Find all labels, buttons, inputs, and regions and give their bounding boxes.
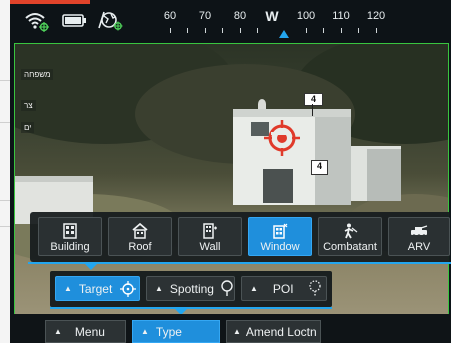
caret-up-icon: ▲ xyxy=(54,327,62,336)
building-icon xyxy=(39,222,101,240)
target-reticle-icon[interactable] xyxy=(264,120,300,156)
compass-label: 60 xyxy=(163,10,177,22)
heading-indicator-icon xyxy=(279,30,289,38)
wifi-gps-icon xyxy=(22,8,52,32)
caret-up-icon: ▲ xyxy=(233,327,241,336)
category-panel: Building Roof Wall Window Combatant ARV xyxy=(30,212,450,262)
combatant-icon xyxy=(319,222,381,240)
sidebar-label[interactable]: צר xyxy=(21,100,36,111)
type-target-button[interactable]: ▲ Target xyxy=(55,276,140,301)
type-button[interactable]: ▲ Type xyxy=(132,320,220,343)
marker-tag[interactable]: 4 xyxy=(311,160,328,175)
category-building-button[interactable]: Building xyxy=(38,217,102,256)
network-globe-icon xyxy=(96,8,126,32)
type-spotting-button[interactable]: ▲ Spotting xyxy=(146,276,235,301)
compass-heading-label: W xyxy=(265,8,279,24)
arv-icon xyxy=(389,222,449,240)
compass-label: 100 xyxy=(296,10,316,22)
window-icon xyxy=(249,222,311,240)
caret-up-icon: ▲ xyxy=(250,284,258,293)
caret-up-icon: ▲ xyxy=(155,284,163,293)
status-bar: 60 70 80 W 100 110 120 xyxy=(10,0,451,42)
battery-icon xyxy=(60,8,90,32)
compass-heading-strip: 60 70 80 W 100 110 120 xyxy=(160,6,390,38)
category-label: Wall xyxy=(199,241,221,253)
category-label: Roof xyxy=(128,241,152,253)
category-label: Window xyxy=(260,241,300,253)
sidebar-label[interactable]: ים xyxy=(21,122,35,133)
category-roof-button[interactable]: Roof xyxy=(108,217,172,256)
type-panel: ▲ Target ▲ Spotting ▲ POI xyxy=(50,271,332,307)
caret-up-icon: ▲ xyxy=(141,327,149,336)
menu-button[interactable]: ▲ Menu xyxy=(45,320,126,343)
type-label: Target xyxy=(78,281,113,296)
poi-icon xyxy=(308,280,321,296)
type-label: POI xyxy=(272,281,294,296)
compass-label: 70 xyxy=(198,10,212,22)
category-label: Combatant xyxy=(323,241,377,253)
spotting-pin-icon xyxy=(221,280,233,296)
category-combatant-button[interactable]: Combatant xyxy=(318,217,382,256)
sidebar-label[interactable]: משפחה xyxy=(21,69,54,80)
caret-up-icon: ▲ xyxy=(64,284,72,293)
category-wall-button[interactable]: Wall xyxy=(178,217,242,256)
wall-icon xyxy=(179,222,241,240)
category-label: Building xyxy=(50,241,90,253)
marker-tag[interactable]: 4 xyxy=(304,93,323,106)
amend-location-label: Amend Loctn xyxy=(245,324,317,339)
category-arv-button[interactable]: ARV xyxy=(388,217,450,256)
bottom-bar: ▲ Menu ▲ Type ▲ Amend Loctn xyxy=(10,314,451,343)
crosshair-icon xyxy=(120,280,137,297)
type-button-label: Type xyxy=(155,324,182,339)
menu-label: Menu xyxy=(74,324,105,339)
compass-label: 120 xyxy=(366,10,386,22)
app-window: 60 70 80 W 100 110 120 משפחה צר ים 4 4 B… xyxy=(10,0,451,343)
compass-label: 80 xyxy=(233,10,247,22)
amend-location-button[interactable]: ▲ Amend Loctn xyxy=(226,320,321,343)
category-window-button[interactable]: Window xyxy=(248,217,312,256)
roof-icon xyxy=(109,222,171,240)
type-label: Spotting xyxy=(169,281,214,296)
category-pointer-icon xyxy=(85,264,97,270)
type-underline xyxy=(50,307,332,309)
type-poi-button[interactable]: ▲ POI xyxy=(241,276,327,301)
category-label: ARV xyxy=(407,241,431,253)
compass-label: 110 xyxy=(332,10,350,22)
left-gutter xyxy=(0,0,10,343)
status-accent xyxy=(10,0,90,4)
